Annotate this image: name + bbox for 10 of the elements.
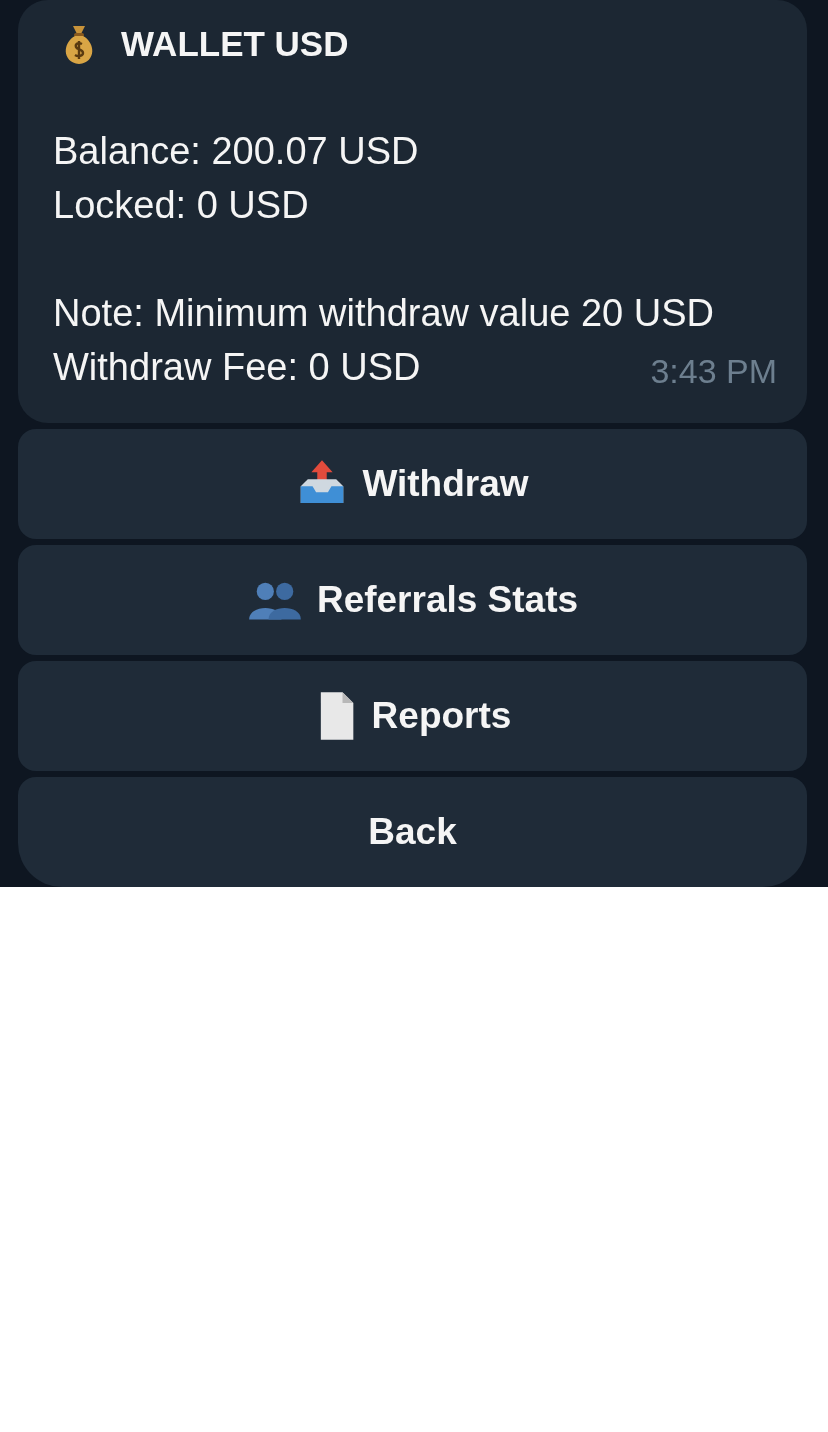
message-line: Note: Minimum withdraw value 20 USD [53, 291, 714, 336]
keyboard-button[interactable]: Reports [18, 661, 807, 771]
message-line: Locked: 0 USD [53, 183, 309, 228]
keyboard-button[interactable]: Referrals Stats [18, 545, 807, 655]
message-line: Withdraw Fee: 0 USD [53, 345, 421, 390]
message-time: 3:43 PM [650, 352, 777, 391]
message-title: WALLET USD [121, 24, 349, 64]
keyboard-button[interactable]: Withdraw [18, 429, 807, 539]
message-line: Balance: 200.07 USD [53, 129, 419, 174]
keyboard-button[interactable]: Back [18, 777, 807, 887]
